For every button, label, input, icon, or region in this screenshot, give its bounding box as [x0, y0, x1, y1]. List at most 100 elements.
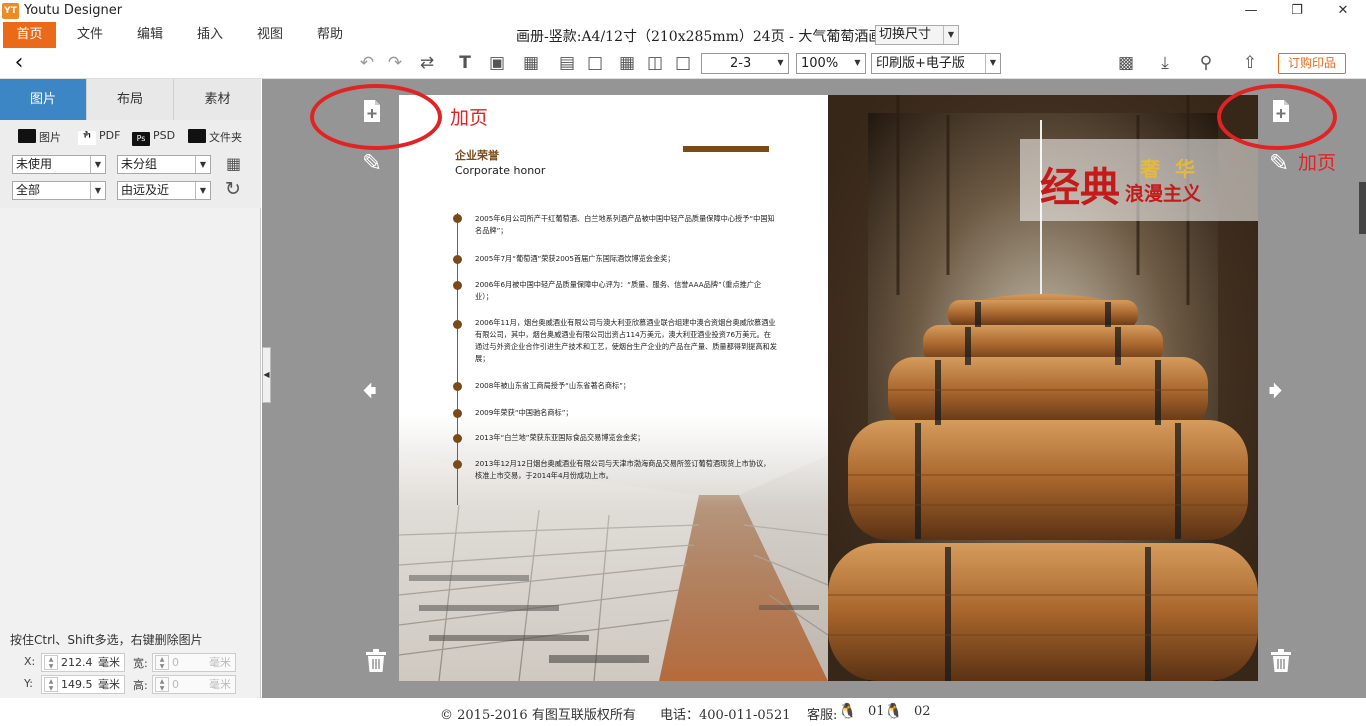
phone: 电话：400-011-0521 [660, 708, 791, 723]
group-filter-select[interactable]: 未分组 ▼ [117, 155, 211, 174]
scope-filter-select[interactable]: 全部 ▼ [12, 181, 106, 200]
save-icon[interactable]: ▩ [1115, 52, 1137, 74]
chevron-down-icon: ▼ [90, 182, 105, 199]
tab-images[interactable]: 图片 [0, 79, 87, 120]
output-mode-select[interactable]: 印刷版+电子版 ▼ [871, 53, 1001, 74]
undo-icon[interactable]: ↶ [356, 52, 378, 74]
x-label: X: [24, 655, 36, 668]
close-icon[interactable]: ✕ [1320, 0, 1366, 22]
width-value: 0 [172, 656, 179, 669]
x-value: 212.4 [61, 656, 93, 669]
source-pdf[interactable]: ׯ PDF [78, 129, 120, 145]
qq-penguin-icon[interactable]: 🐧 [838, 702, 857, 720]
canvas-workspace[interactable]: ◀ ✎ 🠸 ✎ 🠺 企业荣誉 Corporate honor 2005年6月公司… [262, 79, 1366, 698]
source-images-label: 图片 [39, 131, 61, 144]
source-psd[interactable]: Ps PSD [132, 129, 175, 146]
title-bar: YT Youtu Designer — ❐ ✕ [0, 0, 1366, 22]
height-field[interactable]: ▲ ▼ 0 毫米 [152, 675, 236, 694]
edit-page-icon[interactable]: ✎ [1269, 149, 1289, 177]
page-title-romantic: 浪漫主义 [1125, 183, 1202, 205]
service-2[interactable]: 02 [914, 704, 931, 719]
menu-file[interactable]: 文件 [62, 22, 118, 48]
share-icon[interactable]: ⇧ [1239, 52, 1261, 74]
source-folder[interactable]: 文件夹 [188, 129, 242, 145]
service-1[interactable]: 01 [868, 704, 885, 719]
width-field[interactable]: ▲ ▼ 0 毫米 [152, 653, 236, 672]
width-label: 宽: [133, 657, 148, 670]
page-range-value: 2-3 [730, 56, 752, 71]
timeline-item: 2005年7月“葡萄酒”荣获2005首届广东国际酒饮博览会金奖； [475, 254, 675, 263]
y-value: 149.5 [61, 678, 93, 691]
grid-view-icon[interactable]: ▦ [226, 154, 241, 173]
chevron-down-icon: ▼ [195, 156, 210, 173]
app-logo: YT [2, 3, 19, 19]
next-page-icon[interactable]: 🠺 [1268, 369, 1283, 420]
source-images[interactable]: 图片 [18, 129, 61, 145]
height-unit: 毫米 [209, 678, 231, 691]
selection-hint: 按住Ctrl、Shift多选，右键删除图片 [10, 633, 203, 647]
align-icon[interactable]: ▤ [556, 52, 578, 74]
height-value: 0 [172, 678, 179, 691]
image-icon[interactable]: ▣ [486, 52, 508, 74]
stepper-icon[interactable]: ▲ ▼ [44, 655, 58, 670]
download-icon[interactable]: ⤓ [1154, 52, 1176, 74]
timeline-dot [453, 382, 462, 391]
refresh-icon[interactable]: ↻ [225, 178, 241, 200]
switch-size-dropdown[interactable]: 切换尺寸 ▼ [875, 25, 959, 45]
table-icon[interactable]: ▦ [520, 52, 542, 74]
back-icon[interactable]: ‹ [8, 52, 30, 74]
menu-edit[interactable]: 编辑 [122, 22, 178, 48]
menu-view[interactable]: 视图 [242, 22, 298, 48]
stepper-icon[interactable]: ▲ ▼ [155, 677, 169, 692]
ruler-icon[interactable]: □ [584, 52, 606, 74]
zoom-select[interactable]: 100% ▼ [796, 53, 866, 74]
decorative-bar [683, 146, 769, 152]
collapse-sidebar-icon[interactable]: ◀ [262, 347, 271, 403]
page-icon[interactable]: □ [672, 52, 694, 74]
delete-page-icon[interactable] [365, 649, 387, 679]
timeline-dot [453, 214, 462, 223]
stepper-icon[interactable]: ▲ ▼ [155, 655, 169, 670]
brochure-page-right[interactable]: 经典 奢 华 浪漫主义 [828, 95, 1258, 681]
delete-page-icon[interactable] [1270, 649, 1292, 680]
redo-icon[interactable]: ↷ [384, 52, 406, 74]
brochure-page-left[interactable]: 企业荣誉 Corporate honor 2005年6月公司所产干红葡萄酒、白兰… [399, 95, 828, 681]
restore-icon[interactable]: ❐ [1274, 0, 1320, 22]
timeline-item: 2005年6月公司所产干红葡萄酒、白兰地系列酒产品被中国中轻产品质量保障中心授予… [475, 214, 775, 235]
timeline-dot [453, 434, 462, 443]
order-print-button[interactable]: 订购印品 [1278, 53, 1346, 74]
vertical-scrollbar[interactable] [1359, 182, 1366, 234]
timeline-dot [453, 409, 462, 418]
shuffle-icon[interactable]: ⇄ [416, 52, 438, 74]
prev-page-icon[interactable]: 🠸 [362, 369, 377, 420]
timeline-item: 2008年被山东省工商局授予“山东省著名商标”； [475, 381, 631, 390]
y-unit: 毫米 [98, 678, 120, 691]
y-field[interactable]: ▲ ▼ 149.5 毫米 [41, 675, 125, 694]
tab-layout[interactable]: 布局 [87, 79, 174, 120]
timeline-item: 2006年11月，烟台奥威酒业有限公司与澳大利亚欣慕酒业联合组建中澳合资烟台奥威… [475, 318, 777, 363]
stepper-icon[interactable]: ▲ ▼ [44, 677, 58, 692]
group-filter-value: 未分组 [121, 157, 158, 171]
add-page-label: 加页 [450, 107, 489, 129]
menu-help[interactable]: 帮助 [302, 22, 358, 48]
sort-filter-select[interactable]: 由远及近 ▼ [117, 181, 211, 200]
x-field[interactable]: ▲ ▼ 212.4 毫米 [41, 653, 125, 672]
tab-assets[interactable]: 素材 [174, 79, 261, 120]
menu-home[interactable]: 首页 [3, 22, 56, 48]
minimize-icon[interactable]: — [1228, 0, 1274, 22]
highlight-ellipse [310, 84, 442, 150]
chevron-down-icon: ▼ [943, 26, 958, 44]
timeline-item: 2009年荣获“中国驰名商标”； [475, 408, 573, 417]
toolbar: ‹ ↶ ↷ ⇄ T ▣ ▦ ▤ □ ▦ ◫ □ 2-3 ▼ 100% ▼ 印刷版… [0, 48, 1366, 79]
page-range-select[interactable]: 2-3 ▼ [701, 53, 789, 74]
usage-filter-select[interactable]: 未使用 ▼ [12, 155, 106, 174]
qq-penguin-icon[interactable]: 🐧 [884, 702, 903, 720]
grid-icon[interactable]: ▦ [616, 52, 638, 74]
footer: © 2015-2016 有图互联版权所有 电话：400-011-0521 客服:… [0, 698, 1366, 726]
app-title: Youtu Designer [24, 3, 123, 18]
text-icon[interactable]: T [454, 52, 476, 74]
spread-icon[interactable]: ◫ [644, 52, 666, 74]
preview-icon[interactable]: ⚲ [1195, 52, 1217, 74]
edit-page-icon[interactable]: ✎ [362, 149, 382, 177]
menu-insert[interactable]: 插入 [182, 22, 238, 48]
